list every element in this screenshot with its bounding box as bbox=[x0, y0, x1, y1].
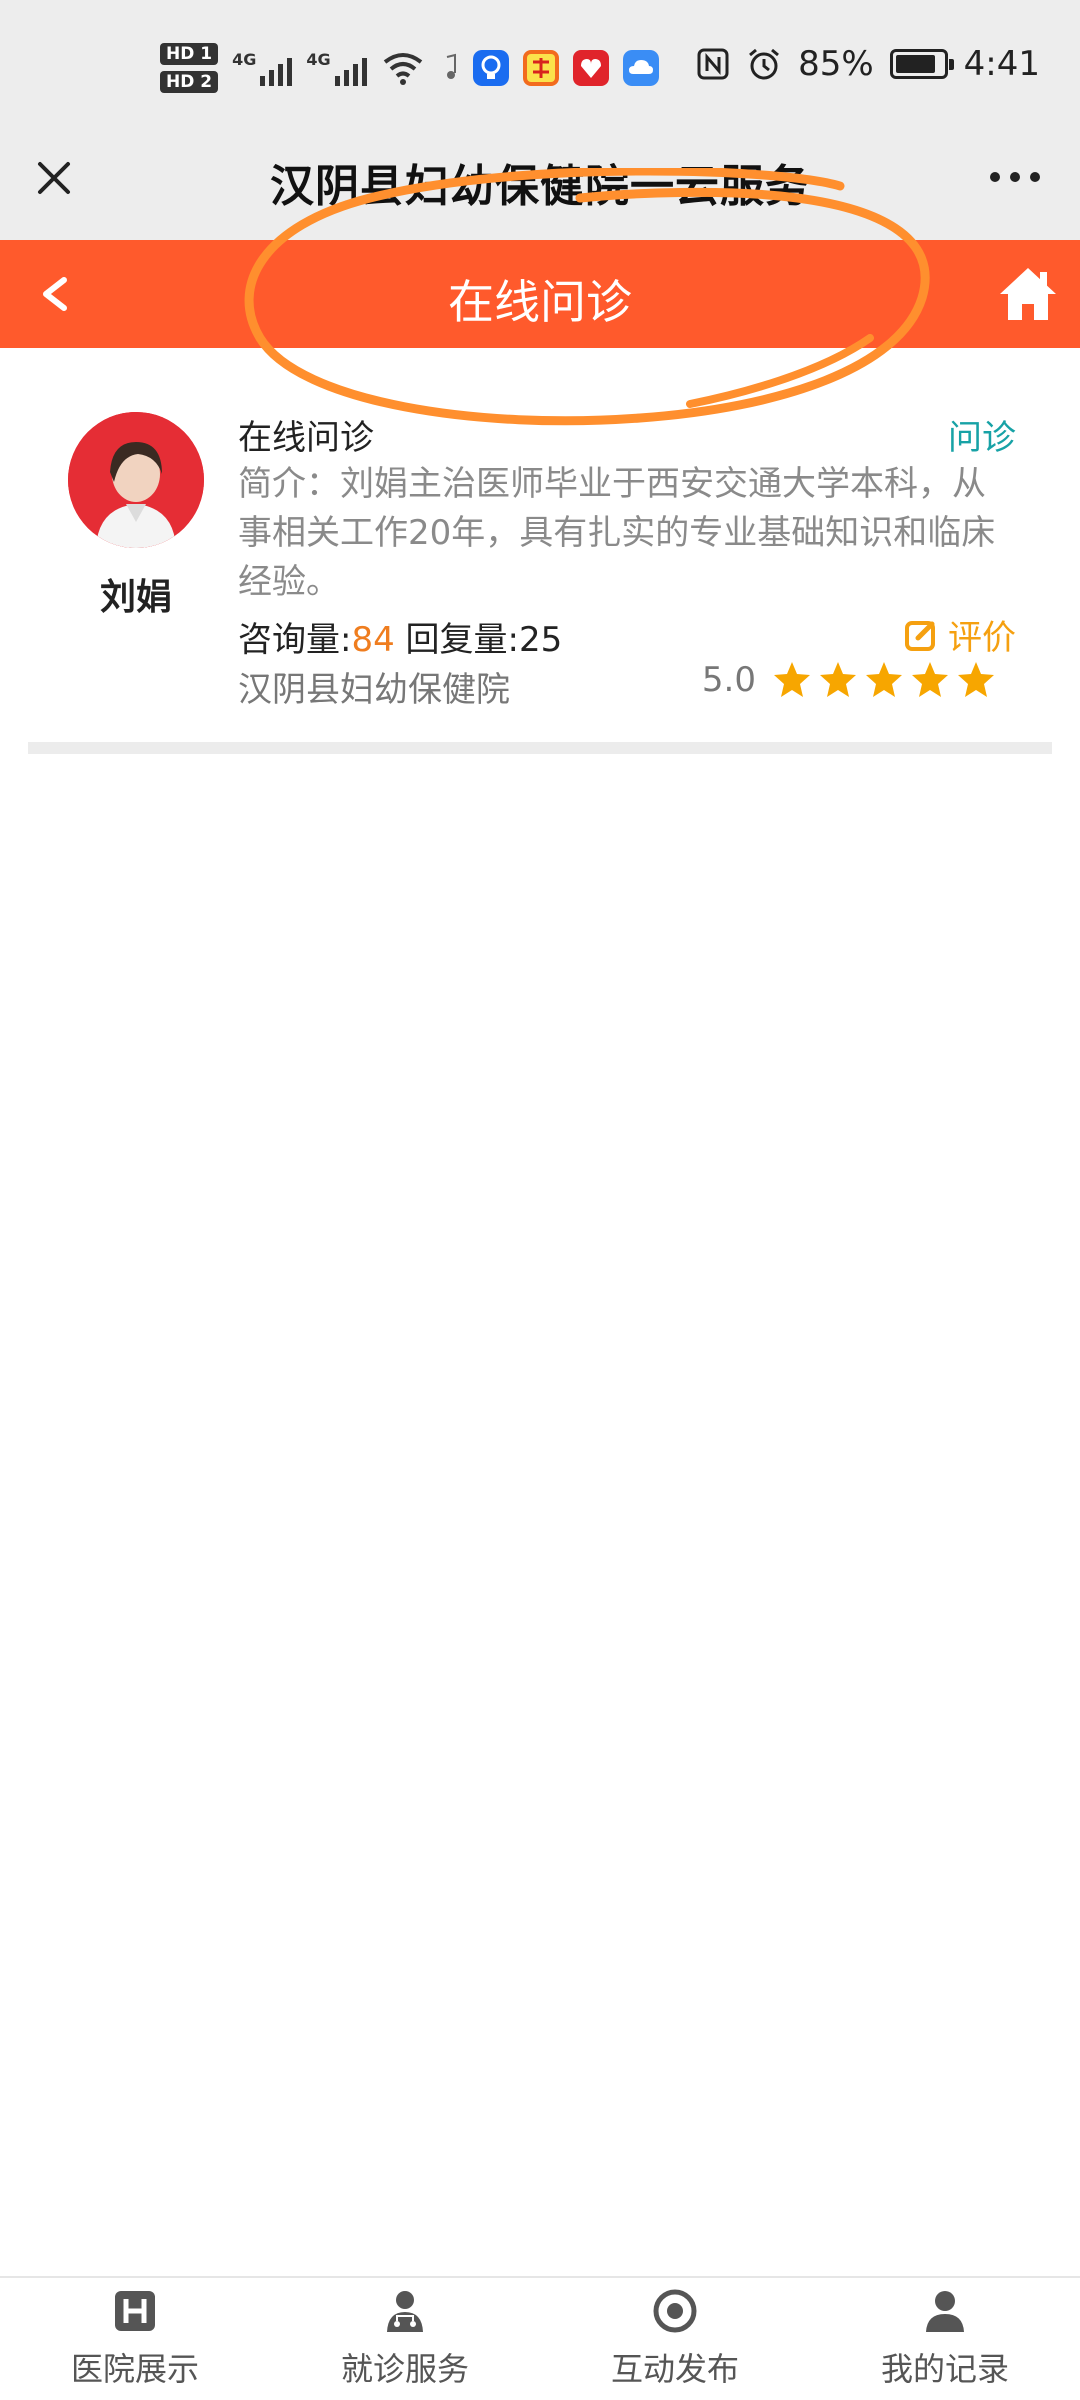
music-note-icon bbox=[446, 53, 456, 79]
cloud-app-icon bbox=[622, 50, 659, 86]
star-icon bbox=[912, 662, 948, 697]
bottom-tab-bar: 医院展示 就诊服务 互动发布 我的记录 bbox=[0, 2276, 1080, 2400]
doctor-name: 刘娟 bbox=[99, 577, 172, 618]
hd-indicators: HD 1 HD 2 bbox=[160, 43, 219, 93]
status-left: HD 1 HD 2 4G 4G bbox=[160, 38, 659, 98]
page-header: 在线问诊 bbox=[0, 240, 1080, 348]
tab-label: 我的记录 bbox=[880, 2350, 1009, 2388]
star-icon bbox=[866, 662, 902, 697]
wechat-title-bar: 汉阴县妇幼保健院一云服务 bbox=[0, 128, 1080, 240]
doctor-card[interactable]: 刘娟 在线问诊 问诊 简介：刘娟主治医师毕业于西安交通大学本科，从事相关工作20… bbox=[28, 360, 1052, 752]
consult-stats: 咨询量:84 回复量:25 bbox=[238, 612, 562, 661]
service-title: 在线问诊 bbox=[238, 418, 374, 458]
more-options-icon[interactable] bbox=[990, 172, 1040, 182]
divider bbox=[28, 742, 1052, 754]
reply-count: 25 bbox=[519, 620, 563, 660]
doctor-avatar bbox=[68, 412, 204, 548]
battery-percent: 85% bbox=[798, 44, 874, 84]
tab-visit-service[interactable]: 就诊服务 bbox=[270, 2278, 540, 2400]
hospital-icon bbox=[115, 2291, 155, 2331]
home-icon[interactable] bbox=[996, 262, 1060, 326]
target-icon bbox=[653, 2289, 697, 2333]
signal-1-icon: 4G bbox=[232, 50, 293, 86]
battery-icon bbox=[889, 49, 954, 79]
star-icon bbox=[958, 662, 994, 697]
tab-label: 医院展示 bbox=[70, 2350, 199, 2388]
wechat-page-title: 汉阴县妇幼保健院一云服务 bbox=[270, 161, 810, 212]
tab-my-records[interactable]: 我的记录 bbox=[810, 2278, 1080, 2400]
tab-interaction-post[interactable]: 互动发布 bbox=[540, 2278, 810, 2400]
taobao-app-icon bbox=[522, 50, 559, 86]
review-label: 评价 bbox=[948, 618, 1016, 658]
signal-2-icon: 4G bbox=[306, 50, 367, 86]
red-app-icon bbox=[572, 50, 609, 86]
status-right: 85% 4:41 bbox=[696, 44, 1040, 84]
consult-label: 咨询量: bbox=[238, 620, 352, 660]
review-button[interactable]: 评价 bbox=[904, 610, 1016, 659]
page-title: 在线问诊 bbox=[448, 275, 632, 329]
rating-score: 5.0 bbox=[701, 660, 756, 700]
hd1-badge: HD 1 bbox=[160, 43, 219, 65]
user-icon bbox=[926, 2291, 964, 2332]
hd2-badge: HD 2 bbox=[160, 71, 219, 93]
doctor-intro: 简介：刘娟主治医师毕业于西安交通大学本科，从事相关工作20年，具有扎实的专业基础… bbox=[238, 464, 996, 602]
reply-label: 回复量: bbox=[405, 620, 520, 660]
rating-stars bbox=[772, 660, 996, 700]
clock-time: 4:41 bbox=[963, 44, 1040, 84]
consult-count: 84 bbox=[351, 620, 395, 660]
nfc-icon bbox=[697, 48, 729, 80]
star-icon bbox=[820, 662, 856, 697]
star-icon bbox=[774, 662, 810, 697]
alarm-icon bbox=[749, 48, 780, 80]
consult-link[interactable]: 问诊 bbox=[948, 410, 1016, 459]
edit-icon bbox=[905, 620, 935, 651]
rating: 5.0 bbox=[702, 660, 996, 700]
doctor-icon bbox=[387, 2291, 423, 2332]
bulb-app-icon bbox=[472, 50, 509, 86]
tab-label: 就诊服务 bbox=[340, 2350, 469, 2388]
wifi-icon bbox=[383, 53, 422, 85]
tab-hospital-display[interactable]: 医院展示 bbox=[0, 2278, 270, 2400]
status-bar: HD 1 HD 2 4G 4G 85% 4:41 bbox=[0, 0, 1080, 128]
tab-label: 互动发布 bbox=[610, 2350, 739, 2388]
battery-fill bbox=[895, 55, 935, 73]
hospital-name: 汉阴县妇幼保健院 bbox=[238, 670, 510, 710]
